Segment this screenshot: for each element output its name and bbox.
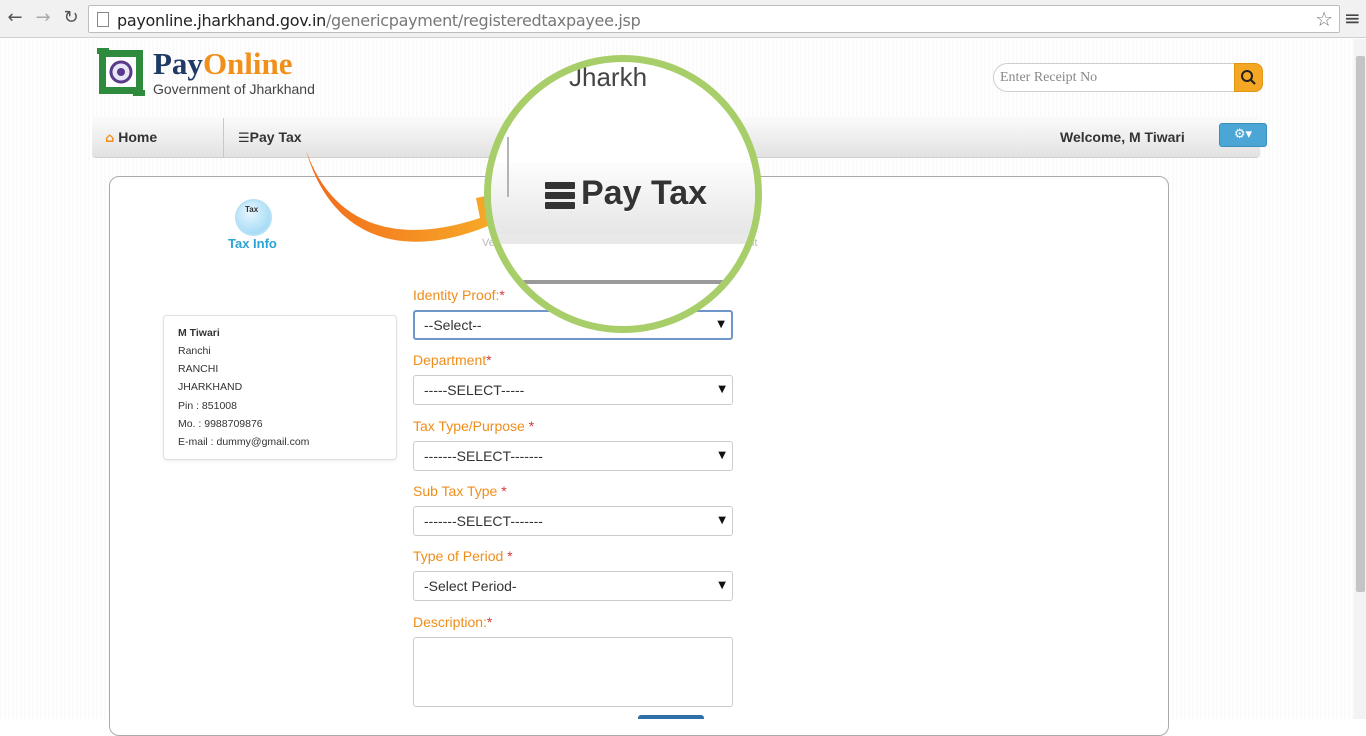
jharkhand-emblem-icon — [97, 48, 145, 96]
user-mobile: Mo. : 9988709876 — [178, 418, 263, 430]
scrollbar-thumb[interactable] — [1356, 56, 1365, 592]
url-text: payonline.jharkhand.gov.in/genericpaymen… — [117, 11, 641, 30]
callout-pay-tax-label: Pay Tax — [581, 174, 708, 212]
forward-arrow-icon[interactable]: → — [32, 7, 54, 29]
chevron-down-icon: ▼ — [718, 450, 726, 461]
address-bar[interactable]: payonline.jharkhand.gov.in/genericpaymen… — [88, 5, 1340, 33]
identity-proof-label: Identity Proof:* — [413, 287, 505, 303]
description-label: Description:* — [413, 614, 493, 630]
chevron-down-icon: ▼ — [717, 319, 725, 330]
callout-panel-edge — [509, 280, 739, 284]
tax-icon-label: Tax — [245, 205, 259, 214]
user-district: RANCHI — [178, 363, 219, 375]
callout-divider — [507, 137, 509, 197]
hamburger-menu-icon[interactable]: ≡ — [1344, 6, 1361, 30]
back-arrow-icon[interactable]: ← — [4, 7, 26, 29]
period-type-select[interactable]: -Select Period- ▼ — [413, 571, 733, 601]
logo-subtitle: Government of Jharkhand — [153, 81, 315, 97]
magnifier-callout: Jharkh Pay Tax — [484, 55, 762, 333]
welcome-text: Welcome, M Tiwari — [1060, 129, 1185, 145]
nav-pay-tax[interactable]: ☰Pay Tax — [238, 129, 302, 146]
search-icon — [1241, 70, 1256, 85]
nav-home[interactable]: ⌂ Home — [105, 129, 157, 146]
sub-tax-type-label: Sub Tax Type * — [413, 483, 507, 499]
period-type-label: Type of Period * — [413, 548, 513, 564]
page-icon — [97, 12, 109, 27]
receipt-search-input[interactable]: Enter Receipt No — [993, 63, 1237, 92]
chevron-down-icon: ▼ — [718, 580, 726, 591]
nav-divider — [223, 118, 224, 158]
user-pin: Pin : 851008 — [178, 400, 237, 412]
tax-type-select[interactable]: -------SELECT------- ▼ — [413, 441, 733, 471]
list-icon — [545, 182, 575, 210]
department-label: Department* — [413, 352, 492, 368]
site-logo[interactable]: PayOnline — [153, 46, 293, 82]
step-tax-info[interactable]: Tax Info — [228, 236, 277, 251]
tax-type-label: Tax Type/Purpose * — [413, 418, 535, 434]
list-icon: ☰ — [238, 131, 250, 146]
callout-navbar-shadow — [491, 234, 755, 244]
department-select[interactable]: -----SELECT----- ▼ — [413, 375, 733, 405]
submit-button-edge[interactable] — [638, 715, 704, 719]
chevron-down-icon: ▼ — [718, 384, 726, 395]
sub-tax-type-select[interactable]: -------SELECT------- ▼ — [413, 506, 733, 536]
gear-icon: ⚙▾ — [1233, 127, 1253, 142]
user-email: E-mail : dummy@gmail.com — [178, 436, 310, 448]
description-textarea[interactable] — [413, 637, 733, 707]
user-city: Ranchi — [178, 345, 211, 357]
reload-icon[interactable]: ↻ — [60, 7, 82, 29]
settings-dropdown-button[interactable]: ⚙▾ — [1219, 123, 1267, 147]
user-state: JHARKHAND — [178, 381, 243, 393]
browser-toolbar: ← → ↻ payonline.jharkhand.gov.in/generic… — [0, 0, 1366, 38]
callout-header-fragment: Jharkh — [569, 62, 648, 92]
receipt-search-button[interactable] — [1234, 63, 1263, 92]
home-icon: ⌂ — [105, 131, 115, 146]
user-name: M Tiwari — [178, 327, 220, 339]
star-icon[interactable]: ☆ — [1315, 7, 1333, 31]
chevron-down-icon: ▼ — [718, 515, 726, 526]
